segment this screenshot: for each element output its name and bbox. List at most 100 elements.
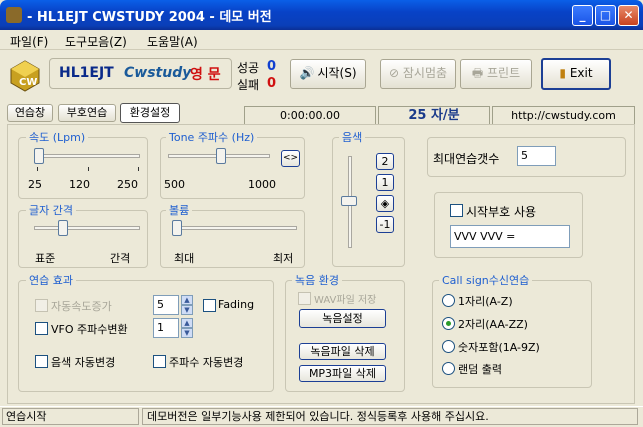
tone-color-1-button[interactable]: 1 bbox=[376, 174, 394, 191]
status-message: 데모버전은 일부기능사용 제한되어 있습니다. 정식등록후 사용해 주십시요. bbox=[142, 408, 638, 425]
callsign-2char-label: 2자리(AA-ZZ) bbox=[458, 318, 528, 331]
maximize-icon[interactable]: □ bbox=[595, 5, 616, 26]
start-code-checkbox[interactable] bbox=[450, 204, 463, 217]
vfo-value[interactable]: 1 bbox=[153, 318, 179, 338]
tab-practice-window[interactable]: 연습창 bbox=[7, 104, 53, 122]
spacing-slider[interactable] bbox=[58, 220, 68, 236]
exit-button[interactable]: ▮ Exit bbox=[541, 58, 611, 90]
tone-max-label: 1000 bbox=[248, 178, 276, 191]
volume-right-label: 최저 bbox=[273, 252, 294, 265]
window-title: - HL1EJT CWSTUDY 2004 - 데모 버전 bbox=[27, 10, 272, 25]
tone-color-label: 음색 bbox=[339, 129, 366, 145]
speed-min-label: 25 bbox=[28, 178, 42, 191]
spacing-slider-track bbox=[34, 226, 140, 230]
practice-effects-label: 연습 효과 bbox=[26, 272, 76, 288]
tone-slider[interactable] bbox=[216, 148, 226, 164]
spacing-group-label: 글자 간격 bbox=[26, 202, 76, 218]
callsign-label: HL1EJT bbox=[59, 65, 114, 81]
minimize-icon[interactable]: _ bbox=[572, 5, 593, 26]
tone-toggle-button[interactable]: <> bbox=[281, 150, 300, 167]
close-icon[interactable]: ✕ bbox=[618, 5, 639, 26]
fading-label: Fading bbox=[218, 298, 255, 311]
elapsed-time: 0:00:00.00 bbox=[244, 106, 376, 125]
speaker-icon: 🔊 bbox=[299, 66, 315, 80]
success-value: 0 bbox=[267, 59, 277, 74]
start-button[interactable]: 🔊 시작(S) bbox=[290, 59, 366, 89]
speed-tick bbox=[37, 167, 38, 171]
max-count-label: 최대연습갯수 bbox=[433, 152, 500, 166]
delete-mp3-button[interactable]: MP3파일 삭제 bbox=[299, 365, 386, 382]
printer-icon: 🖶 bbox=[471, 66, 484, 80]
auto-speed-label: 자동속도증가 bbox=[51, 300, 112, 313]
speed-slider-track bbox=[34, 154, 140, 158]
auto-freq-label: 주파수 자동변경 bbox=[169, 356, 244, 369]
callsign-2char-radio[interactable] bbox=[442, 317, 455, 330]
tab-settings[interactable]: 환경설정 bbox=[120, 103, 180, 123]
volume-left-label: 최대 bbox=[174, 252, 195, 265]
vfo-label: VFO 주파수변환 bbox=[51, 323, 128, 336]
callsign-numeric-label: 숫자포함(1A-9Z) bbox=[458, 341, 540, 354]
tone-color-0-button[interactable]: ◈ bbox=[376, 195, 394, 212]
tab-code-practice[interactable]: 부호연습 bbox=[58, 104, 116, 122]
start-code-label: 시작부호 사용 bbox=[466, 205, 537, 219]
callsign-numeric-radio[interactable] bbox=[442, 340, 455, 353]
auto-speed-down-icon[interactable]: ▼ bbox=[181, 305, 193, 315]
tone-min-label: 500 bbox=[164, 178, 185, 191]
website-url: http://cwstudy.com bbox=[492, 106, 635, 125]
auto-freq-checkbox[interactable] bbox=[153, 355, 166, 368]
fading-checkbox[interactable] bbox=[203, 299, 216, 312]
fail-value: 0 bbox=[267, 76, 277, 91]
app-name-label: Cwstudy bbox=[124, 65, 192, 81]
app-icon[interactable] bbox=[6, 7, 22, 23]
pause-button[interactable]: ⊘ 잠시멈춤 bbox=[380, 59, 456, 89]
pause-icon: ⊘ bbox=[388, 66, 400, 80]
wav-save-label: WAV파일 저장 bbox=[314, 295, 377, 306]
print-button[interactable]: 🖶 프린트 bbox=[460, 59, 532, 89]
delete-recording-button[interactable]: 녹음파일 삭제 bbox=[299, 343, 386, 360]
menu-help[interactable]: 도움말(A) bbox=[147, 33, 198, 50]
tone-color-2-button[interactable]: 2 bbox=[376, 153, 394, 170]
auto-tone-label: 음색 자동변경 bbox=[51, 356, 116, 369]
callsign-random-radio[interactable] bbox=[442, 362, 455, 375]
max-count-input[interactable]: 5 bbox=[517, 146, 556, 166]
speed-max-label: 250 bbox=[117, 178, 138, 191]
menu-file[interactable]: 파일(F) bbox=[10, 33, 48, 50]
auto-speed-up-icon[interactable]: ▲ bbox=[181, 295, 193, 305]
spacing-right-label: 간격 bbox=[110, 252, 131, 265]
recording-group-label: 녹음 환경 bbox=[292, 272, 342, 288]
speed-tick bbox=[88, 167, 89, 171]
speed-group-label: 속도 (Lpm) bbox=[26, 129, 89, 145]
cw-logo-icon: CW bbox=[7, 57, 43, 93]
success-label: 성공 bbox=[237, 61, 260, 75]
start-code-input[interactable]: VVV VVV = bbox=[450, 225, 570, 248]
menu-tools[interactable]: 도구모음(Z) bbox=[65, 33, 127, 50]
exit-door-icon: ▮ bbox=[559, 66, 567, 80]
tone-group-label: Tone 주파수 (Hz) bbox=[166, 129, 258, 145]
volume-slider[interactable] bbox=[172, 220, 182, 236]
vfo-checkbox[interactable] bbox=[35, 322, 48, 335]
auto-tone-checkbox[interactable] bbox=[35, 355, 48, 368]
callsign-random-label: 랜덤 출력 bbox=[458, 363, 502, 376]
mode-label: 영 문 bbox=[190, 67, 221, 83]
wav-save-checkbox[interactable] bbox=[298, 292, 311, 305]
auto-speed-value[interactable]: 5 bbox=[153, 295, 179, 315]
spacing-left-label: 표준 bbox=[35, 252, 56, 265]
radio-selected-dot bbox=[446, 321, 451, 326]
volume-slider-track bbox=[173, 226, 297, 230]
vfo-up-icon[interactable]: ▲ bbox=[181, 318, 193, 328]
svg-text:CW: CW bbox=[19, 77, 37, 88]
vfo-down-icon[interactable]: ▼ bbox=[181, 328, 193, 338]
tone-color-minus1-button[interactable]: -1 bbox=[376, 216, 394, 233]
volume-group-label: 볼륨 bbox=[166, 202, 193, 218]
callsign-practice-label: Call sign수신연습 bbox=[439, 272, 533, 288]
status-left: 연습시작 bbox=[2, 408, 139, 425]
speed-slider[interactable] bbox=[34, 148, 44, 164]
callsign-1char-radio[interactable] bbox=[442, 294, 455, 307]
fail-label: 실패 bbox=[237, 78, 260, 92]
tone-color-slider[interactable] bbox=[341, 196, 357, 206]
recording-settings-button[interactable]: 녹음설정 bbox=[299, 309, 386, 328]
callsign-1char-label: 1자리(A-Z) bbox=[458, 295, 513, 308]
auto-speed-checkbox[interactable] bbox=[35, 299, 48, 312]
speed-tick bbox=[138, 167, 139, 171]
speed-display: 25 자/분 bbox=[378, 106, 490, 125]
